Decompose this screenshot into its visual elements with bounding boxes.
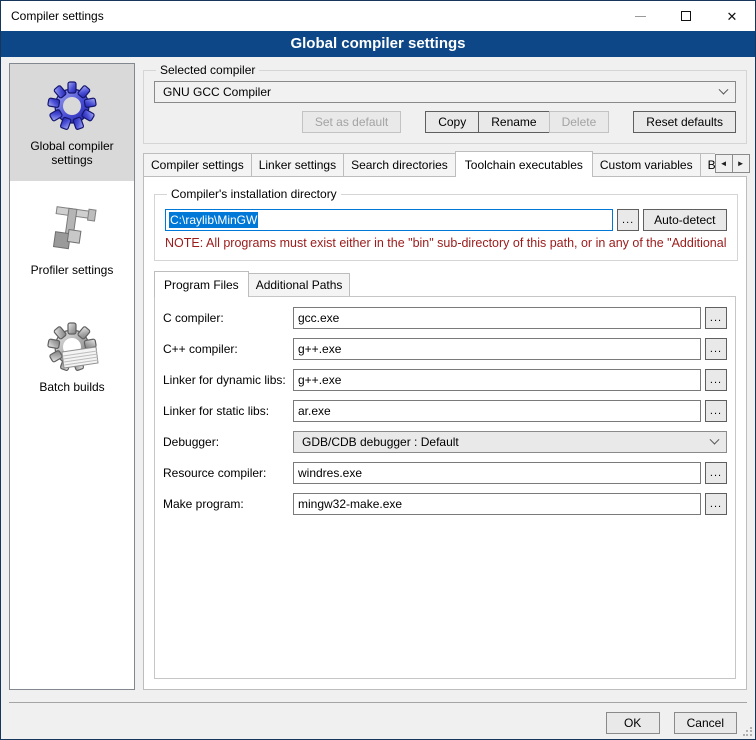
debugger-select[interactable]: GDB/CDB debugger : Default (293, 431, 727, 453)
dynamic-linker-label: Linker for dynamic libs: (163, 373, 293, 387)
tab-search-directories[interactable]: Search directories (343, 153, 456, 176)
program-files-panel: C compiler: ... C++ compiler: ... Linker… (154, 296, 736, 679)
blue-gear-icon (42, 78, 102, 134)
browse-directory-button[interactable]: ... (617, 209, 639, 231)
installation-directory-input[interactable]: C:\raylib\MinGW (165, 209, 613, 231)
chevron-down-icon (710, 434, 720, 444)
minimize-button[interactable] (617, 1, 663, 31)
sidebar-item-label: Profiler settings (27, 263, 118, 277)
dialog-footer: OK Cancel (9, 702, 747, 734)
sidebar-item-profiler-settings[interactable]: Profiler settings (10, 181, 134, 298)
installation-directory-group: Compiler's installation directory C:\ray… (154, 187, 738, 261)
tab-build-options[interactable]: Build options (700, 153, 715, 176)
compiler-settings-dialog: Compiler settings ✕ Global compiler sett… (0, 0, 756, 740)
installation-directory-group-label: Compiler's installation directory (167, 187, 341, 201)
compiler-select[interactable]: GNU GCC Compiler (154, 81, 736, 103)
c-compiler-label: C compiler: (163, 311, 293, 325)
resize-grip[interactable] (743, 727, 753, 737)
static-linker-label: Linker for static libs: (163, 404, 293, 418)
compiler-select-value: GNU GCC Compiler (163, 85, 271, 99)
sidebar-item-batch-builds[interactable]: Batch builds (10, 298, 134, 415)
c-compiler-input[interactable] (293, 307, 701, 329)
debugger-select-value: GDB/CDB debugger : Default (302, 435, 459, 449)
page-title: Global compiler settings (1, 31, 755, 57)
tab-program-files[interactable]: Program Files (154, 271, 249, 297)
debugger-label: Debugger: (163, 435, 293, 449)
make-program-row: Make program: ... (163, 493, 727, 515)
compiler-tabs: Compiler settings Linker settings Search… (143, 151, 747, 176)
selected-compiler-group-label: Selected compiler (156, 63, 259, 77)
static-linker-row: Linker for static libs: ... (163, 400, 727, 422)
close-button[interactable]: ✕ (709, 1, 755, 31)
resource-compiler-label: Resource compiler: (163, 466, 293, 480)
minimize-icon (635, 16, 646, 17)
make-program-input[interactable] (293, 493, 701, 515)
maximize-button[interactable] (663, 1, 709, 31)
resource-compiler-row: Resource compiler: ... (163, 462, 727, 484)
window-title: Compiler settings (1, 9, 104, 23)
arrow-left-icon: ◄ (720, 159, 728, 168)
settings-category-list: Global compiler settings Profiler settin… (9, 63, 135, 690)
tab-scroll-right-button[interactable]: ► (732, 154, 750, 173)
installation-directory-value: C:\raylib\MinGW (169, 212, 258, 228)
tab-custom-variables[interactable]: Custom variables (592, 153, 701, 176)
bin-subdirectory-note: NOTE: All programs must exist either in … (165, 236, 727, 250)
c-compiler-row: C compiler: ... (163, 307, 727, 329)
static-linker-browse-button[interactable]: ... (705, 400, 727, 422)
tab-additional-paths[interactable]: Additional Paths (248, 273, 351, 296)
gray-gear-papers-icon (42, 319, 102, 375)
toolchain-executables-page: Compiler's installation directory C:\ray… (143, 176, 747, 690)
selected-compiler-group: Selected compiler GNU GCC Compiler Set a… (143, 63, 747, 144)
sidebar-item-global-compiler-settings[interactable]: Global compiler settings (10, 64, 134, 181)
dynamic-linker-browse-button[interactable]: ... (705, 369, 727, 391)
tab-linker-settings[interactable]: Linker settings (251, 153, 344, 176)
arrow-right-icon: ► (737, 159, 745, 168)
copy-button[interactable]: Copy (425, 111, 479, 133)
maximize-icon (681, 11, 691, 21)
make-program-label: Make program: (163, 497, 293, 511)
dynamic-linker-row: Linker for dynamic libs: ... (163, 369, 727, 391)
resource-compiler-browse-button[interactable]: ... (705, 462, 727, 484)
cancel-button[interactable]: Cancel (674, 712, 737, 734)
tab-toolchain-executables[interactable]: Toolchain executables (455, 151, 593, 177)
debugger-row: Debugger: GDB/CDB debugger : Default (163, 431, 727, 453)
static-linker-input[interactable] (293, 400, 701, 422)
titlebar[interactable]: Compiler settings ✕ (1, 1, 755, 31)
tab-scroll-left-button[interactable]: ◄ (715, 154, 733, 173)
make-program-browse-button[interactable]: ... (705, 493, 727, 515)
caliper-icon (42, 202, 102, 258)
cpp-compiler-row: C++ compiler: ... (163, 338, 727, 360)
chevron-down-icon (719, 84, 729, 94)
window-controls: ✕ (617, 1, 755, 31)
c-compiler-browse-button[interactable]: ... (705, 307, 727, 329)
tab-compiler-settings[interactable]: Compiler settings (143, 153, 252, 176)
sidebar-item-label: Global compiler settings (10, 139, 134, 168)
delete-button[interactable]: Delete (549, 111, 610, 133)
resource-compiler-input[interactable] (293, 462, 701, 484)
cpp-compiler-label: C++ compiler: (163, 342, 293, 356)
cpp-compiler-input[interactable] (293, 338, 701, 360)
set-as-default-button[interactable]: Set as default (302, 111, 401, 133)
cpp-compiler-browse-button[interactable]: ... (705, 338, 727, 360)
program-files-notebook: Program Files Additional Paths C compile… (154, 271, 736, 679)
ok-button[interactable]: OK (606, 712, 660, 734)
reset-defaults-button[interactable]: Reset defaults (633, 111, 736, 133)
close-icon: ✕ (727, 10, 738, 23)
sidebar-item-label: Batch builds (35, 380, 108, 394)
auto-detect-button[interactable]: Auto-detect (643, 209, 726, 231)
rename-button[interactable]: Rename (478, 111, 549, 133)
dynamic-linker-input[interactable] (293, 369, 701, 391)
